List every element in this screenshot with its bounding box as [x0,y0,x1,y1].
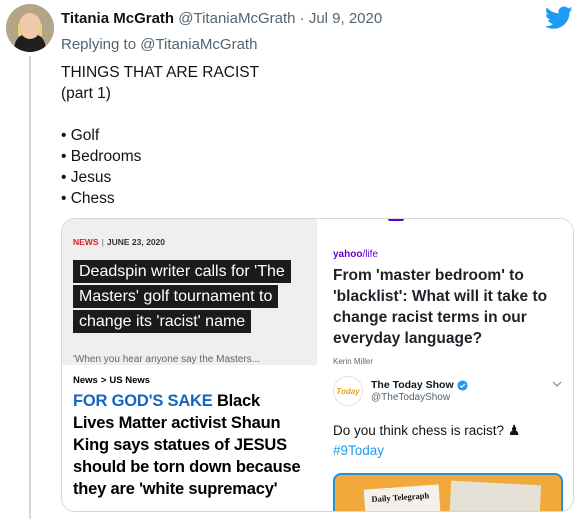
tweet-header: Titania McGrath @TitaniaMcGrath · Jul 9,… [61,10,382,27]
life-wordmark: /life [362,249,379,260]
media-image-golf[interactable]: NEWS | JUNE 23, 2020 Deadspin writer calls… [62,219,317,365]
chevron-down-icon [552,381,562,387]
headline-highlight: FOR GOD'S SAKE [73,392,213,410]
newspaper-masthead: Daily Telegraph [371,490,430,505]
replying-to-label: Replying to [61,36,137,53]
replying-to: Replying to @TitaniaMcGrath [61,36,257,53]
headline-text: Deadspin writer calls for 'The Masters' … [73,260,291,333]
tweet-text: THINGS THAT ARE RACIST (part 1) • Golf •… [61,62,259,209]
embedded-account-name: The Today Show [371,379,468,391]
list-item: • Chess [61,190,115,207]
yahoo-wordmark: yahoo [333,249,363,260]
tweet-text-line: (part 1) [61,85,111,102]
list-item: • Golf [61,127,100,144]
media-image-chess[interactable]: Today The Today Show @TheTodayShow Do yo… [318,366,573,511]
article-subtext: 'When you hear anyone say the Masters... [73,354,261,365]
user-handle[interactable]: @TitaniaMcGrath [178,10,295,27]
replying-to-handle[interactable]: @TitaniaMcGrath [140,36,257,53]
today-show-logo: Today [333,376,363,406]
verified-badge-icon [457,379,468,391]
article-kicker: NEWS | JUNE 23, 2020 [73,237,165,247]
avatar[interactable] [6,4,54,52]
tweet-text-line: THINGS THAT ARE RACIST [61,64,260,81]
embedded-tweet-text: Do you think chess is racist? ♟ [333,422,520,439]
breadcrumb-news: News [73,375,98,386]
tweet-date[interactable]: Jul 9, 2020 [309,10,382,27]
article-headline: FOR GOD'S SAKE Black Lives Matter activi… [73,390,301,500]
hashtag-link: #9Today [333,443,385,458]
embedded-newspaper-image: Daily Telegraph [333,473,563,511]
kicker-separator: | [101,237,104,247]
newspaper-page: Daily Telegraph [363,484,442,511]
article-headline: Deadspin writer calls for 'The Masters' … [73,259,291,334]
embedded-account-handle: @TheTodayShow [371,392,451,403]
twitter-bird-icon[interactable] [545,6,573,30]
embedded-tweet-question: Do you think chess is racist? [333,423,505,438]
list-item: • Bedrooms [61,148,142,165]
breadcrumb-us-news: US News [109,375,151,386]
brand-accent-bar [388,219,404,221]
breadcrumb: News > US News [73,375,150,386]
thread-line [29,56,31,519]
media-grid: NEWS | JUNE 23, 2020 Deadspin writer calls… [61,218,574,512]
embedded-account-name-text: The Today Show [371,379,454,391]
chess-pawn-icon: ♟ [507,422,521,438]
chevron-right-icon: > [100,375,107,386]
header-separator: · [299,10,305,27]
bullet-list: • Golf • Bedrooms • Jesus • Chess [61,125,259,209]
yahoo-life-logo: yahoo/life [333,249,378,260]
news-label: NEWS [73,237,99,247]
avatar-image [6,4,54,52]
article-author: Kerin Miller [333,357,374,365]
media-image-jesus[interactable]: News > US News FOR GOD'S SAKE Black Lives … [62,366,317,511]
article-headline: From 'master bedroom' to 'blacklist': Wh… [333,267,548,347]
newspaper-page-second [448,480,542,511]
display-name[interactable]: Titania McGrath [61,10,174,27]
media-image-bedrooms[interactable]: yahoo/life From 'master bedroom' to 'bla… [318,219,573,365]
article-date: JUNE 23, 2020 [106,237,166,247]
list-item: • Jesus [61,169,112,186]
